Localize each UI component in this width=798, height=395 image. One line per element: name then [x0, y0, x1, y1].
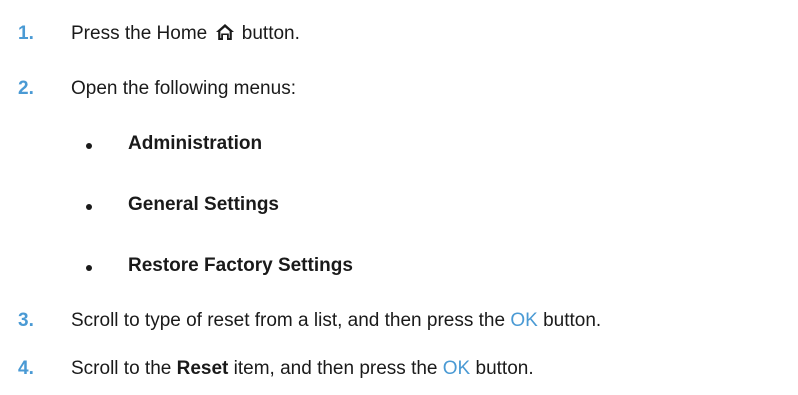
step-number: 4. — [18, 358, 34, 379]
menu-label: Administration — [128, 133, 263, 154]
ok-button-label: OK — [442, 358, 471, 379]
home-icon — [215, 24, 234, 40]
step-text-after: button. — [241, 23, 300, 44]
step-text-a: Scroll to the — [71, 358, 172, 379]
menu-label: Restore Factory Settings — [128, 255, 353, 276]
step-text-b: item, and then press the — [233, 358, 438, 379]
step-text-after: button. — [543, 310, 602, 331]
ok-button-label: OK — [510, 310, 538, 331]
bullet — [86, 204, 92, 210]
step-text: Open the following menus: — [71, 78, 296, 99]
bullet — [86, 265, 92, 271]
menu-label: General Settings — [128, 194, 279, 215]
step-text: Scroll to type of reset from a list, and… — [71, 309, 601, 333]
step-text-after: button. — [475, 358, 534, 379]
step-text-before: Scroll to type of reset from a list, and… — [71, 310, 506, 331]
step-text: Scroll to the Reset item, and then press… — [71, 357, 534, 381]
step-text-before: Press the Home — [71, 23, 208, 44]
step-text: Press the Home button. — [71, 22, 300, 46]
bullet — [86, 143, 92, 149]
reset-item-label: Reset — [176, 358, 229, 379]
step-number: 3. — [18, 310, 34, 331]
step-number: 2. — [18, 78, 34, 99]
step-number: 1. — [18, 23, 34, 44]
